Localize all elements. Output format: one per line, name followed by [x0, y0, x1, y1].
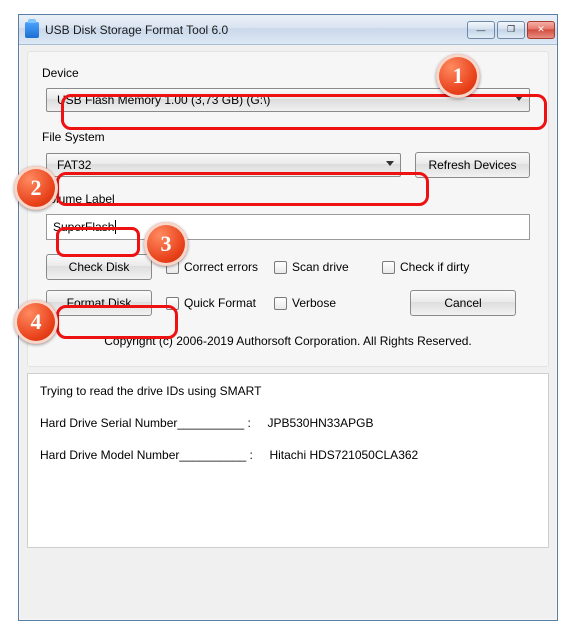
annotation-badge-1: 1: [436, 54, 480, 98]
log-output[interactable]: Trying to read the drive IDs using SMART…: [27, 373, 549, 548]
refresh-devices-button[interactable]: Refresh Devices: [415, 152, 530, 178]
verbose-checkbox[interactable]: Verbose: [274, 296, 382, 310]
copyright-text: Copyright (c) 2006-2019 Authorsoft Corpo…: [40, 334, 536, 348]
quick-format-checkbox[interactable]: Quick Format: [166, 296, 274, 310]
log-line: Hard Drive Model Number__________ : Hita…: [40, 448, 536, 462]
check-if-dirty-checkbox[interactable]: Check if dirty: [382, 260, 502, 274]
text-cursor-icon: [115, 220, 116, 234]
volume-label-value: SuperFlash: [53, 220, 114, 234]
client-area: Device USB Flash Memory 1.00 (3,73 GB) (…: [19, 45, 557, 556]
annotation-badge-3: 3: [144, 222, 188, 266]
format-disk-button[interactable]: Format Disk: [46, 290, 152, 316]
maximize-button[interactable]: ❐: [497, 21, 525, 39]
checkbox-icon: [274, 297, 287, 310]
cancel-button[interactable]: Cancel: [410, 290, 516, 316]
check-disk-button[interactable]: Check Disk: [46, 254, 152, 280]
options-panel: Device USB Flash Memory 1.00 (3,73 GB) (…: [27, 51, 549, 367]
checkbox-icon: [166, 297, 179, 310]
window-title: USB Disk Storage Format Tool 6.0: [45, 23, 461, 37]
chevron-down-icon: [515, 96, 523, 101]
volume-label-input[interactable]: SuperFlash: [46, 214, 530, 240]
log-line: Hard Drive Serial Number__________ : JPB…: [40, 416, 536, 430]
titlebar[interactable]: USB Disk Storage Format Tool 6.0 — ❐ ✕: [19, 15, 557, 45]
annotation-badge-2: 2: [14, 166, 58, 210]
app-icon: [25, 22, 39, 38]
filesystem-label: File System: [42, 130, 536, 144]
log-line: Trying to read the drive IDs using SMART: [40, 384, 536, 398]
chevron-down-icon: [386, 161, 394, 166]
application-window: USB Disk Storage Format Tool 6.0 — ❐ ✕ D…: [18, 14, 558, 621]
checkbox-icon: [274, 261, 287, 274]
device-selected: USB Flash Memory 1.00 (3,73 GB) (G:\): [57, 93, 270, 107]
filesystem-selected: FAT32: [57, 158, 91, 172]
checkbox-icon: [382, 261, 395, 274]
volume-label-label: Volume Label: [42, 192, 536, 206]
minimize-button[interactable]: —: [467, 21, 495, 39]
annotation-badge-4: 4: [14, 300, 58, 344]
close-button[interactable]: ✕: [527, 21, 555, 39]
scan-drive-checkbox[interactable]: Scan drive: [274, 260, 382, 274]
filesystem-dropdown[interactable]: FAT32: [46, 153, 401, 177]
correct-errors-checkbox[interactable]: Correct errors: [166, 260, 274, 274]
